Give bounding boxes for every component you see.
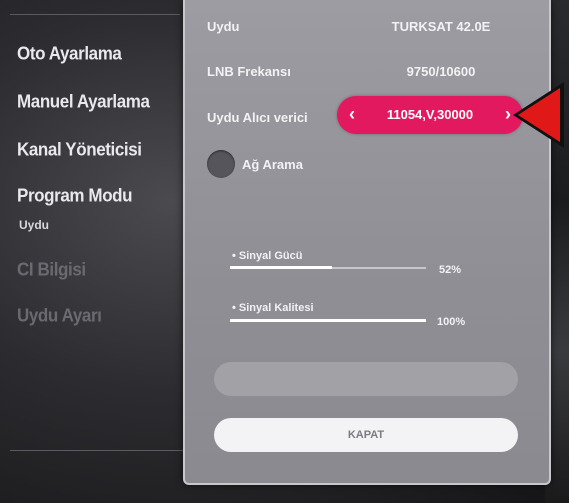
- menu-item-uydu-ayari[interactable]: Uydu Ayarı: [17, 305, 102, 327]
- signal-quality-label: • Sinyal Kalitesi: [232, 302, 314, 314]
- transponder-selector[interactable]: ‹ 11054,V,30000 ›: [337, 96, 523, 134]
- menu-item-ci-bilgisi[interactable]: CI Bilgisi: [17, 259, 86, 281]
- signal-quality-percent: 100%: [437, 316, 466, 328]
- disabled-button: [214, 362, 518, 396]
- satellite-value[interactable]: TURKSAT 42.0E: [355, 19, 527, 34]
- satellite-label: Uydu: [207, 19, 240, 34]
- chevron-right-icon[interactable]: ›: [505, 104, 511, 125]
- menu-item-program-modu-value: Uydu: [19, 218, 49, 232]
- signal-strength-percent: 52%: [439, 264, 462, 276]
- satellite-settings-dialog: Uydu TURKSAT 42.0E LNB Frekansı 9750/106…: [183, 0, 551, 485]
- menu-item-manuel-ayarlama[interactable]: Manuel Ayarlama: [17, 91, 150, 113]
- lnb-frequency-value[interactable]: 9750/10600: [355, 64, 527, 79]
- menu-item-kanal-yoneticisi[interactable]: Kanal Yöneticisi: [17, 139, 142, 161]
- transponder-value: 11054,V,30000: [386, 107, 474, 122]
- settings-menu: Oto Ayarlama Manuel Ayarlama Kanal Yönet…: [0, 0, 190, 503]
- menu-item-program-modu[interactable]: Program Modu: [17, 185, 133, 207]
- close-button[interactable]: KAPAT: [214, 418, 518, 452]
- transponder-label: Uydu Alıcı verici: [207, 110, 308, 125]
- menu-item-oto-ayarlama[interactable]: Oto Ayarlama: [17, 43, 122, 65]
- network-search-label: Ağ Arama: [242, 157, 303, 172]
- signal-strength-label: • Sinyal Gücü: [232, 250, 303, 262]
- chevron-left-icon[interactable]: ‹: [349, 104, 355, 125]
- network-search-checkbox[interactable]: [207, 150, 235, 178]
- pointer-arrow-icon: [518, 88, 560, 142]
- menu-divider-top: [10, 14, 180, 15]
- lnb-frequency-label: LNB Frekansı: [207, 64, 291, 79]
- signal-strength-fill: [230, 266, 332, 269]
- menu-divider-bottom: [10, 450, 185, 451]
- signal-quality-fill: [230, 319, 426, 322]
